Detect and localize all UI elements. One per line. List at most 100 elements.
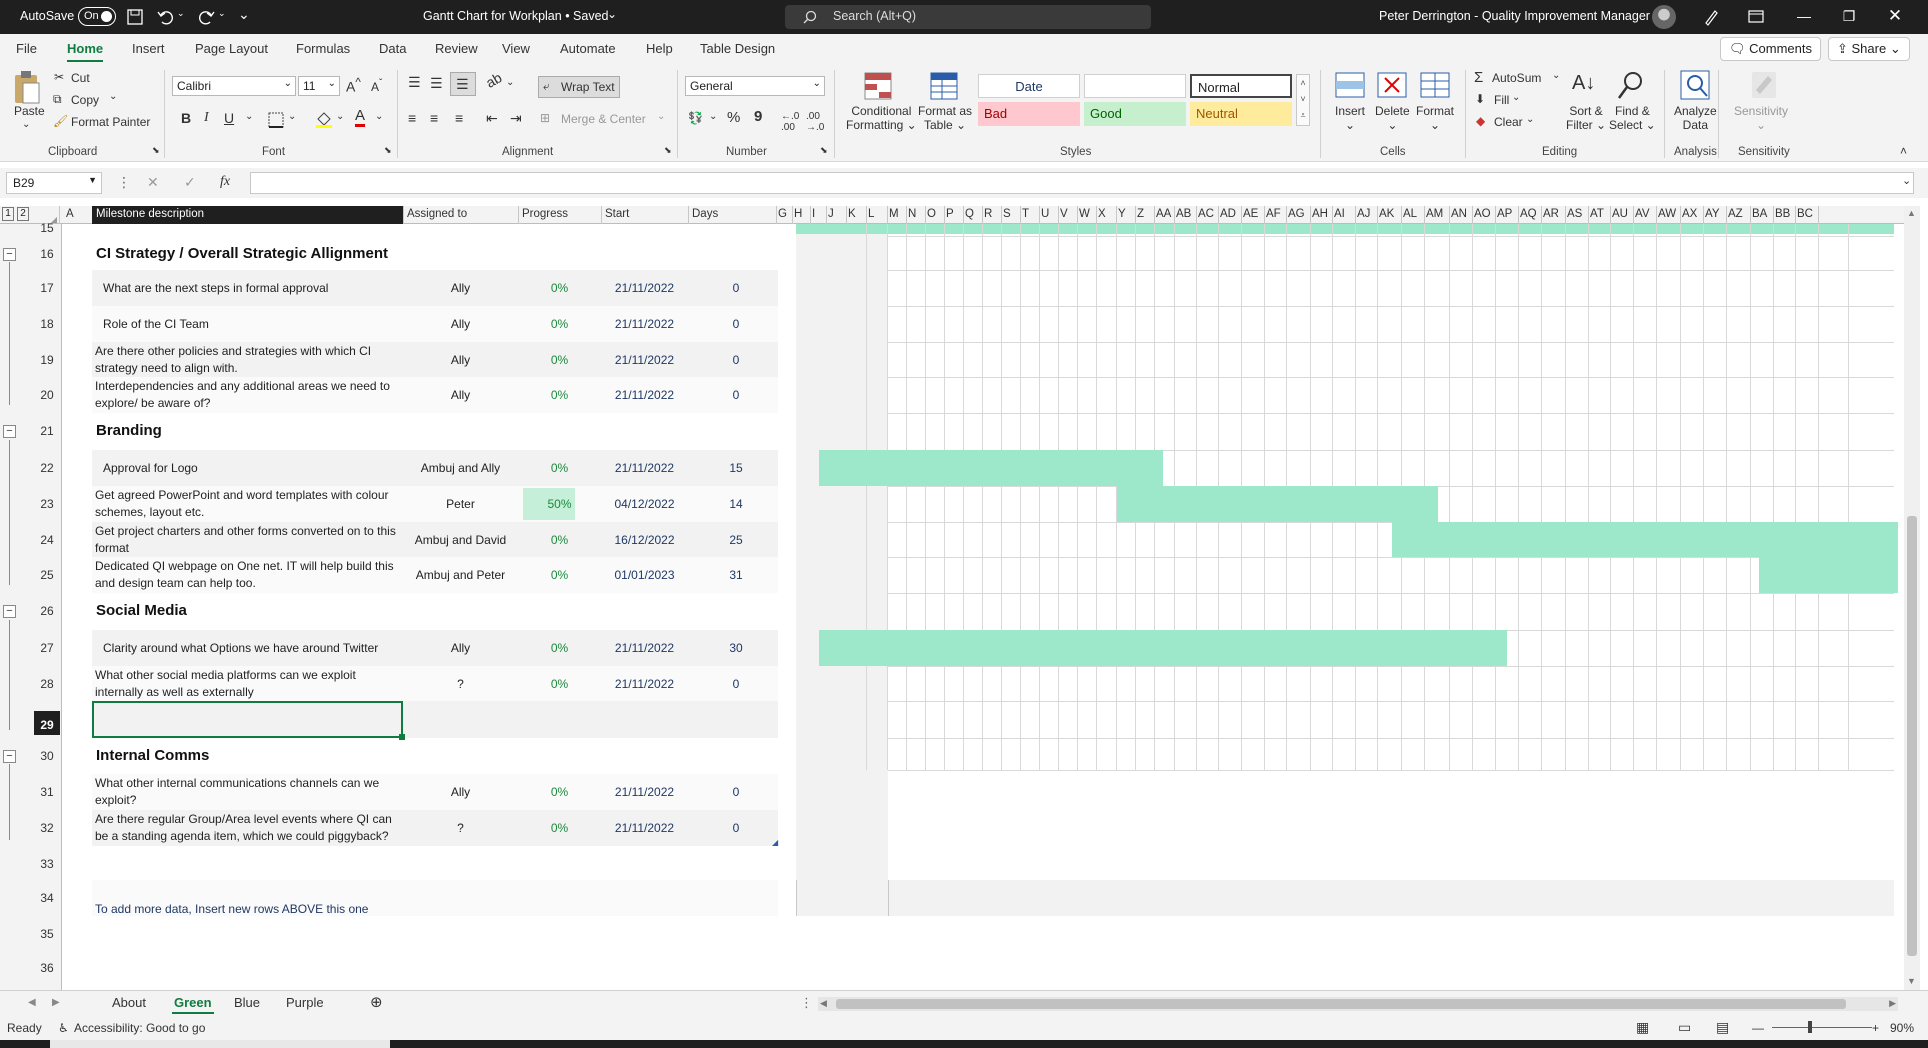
assigned-to-cell[interactable]: ?: [403, 821, 518, 835]
sensitivity-icon[interactable]: [1750, 70, 1778, 100]
autosum-icon[interactable]: Σ: [1474, 69, 1483, 86]
borders-icon[interactable]: [268, 112, 284, 128]
wrap-text-button[interactable]: ⤶ Wrap Text: [538, 76, 620, 98]
column-header[interactable]: S: [1001, 206, 1020, 224]
progress-cell[interactable]: 0%: [518, 641, 601, 655]
milestone-description[interactable]: Are there other policies and strategies …: [95, 343, 407, 377]
menu-help[interactable]: Help: [646, 41, 673, 56]
style-bad[interactable]: Bad: [978, 102, 1080, 126]
column-header[interactable]: X: [1096, 206, 1116, 224]
formula-input[interactable]: [250, 172, 1914, 194]
days-cell[interactable]: 15: [696, 461, 776, 475]
column-header[interactable]: Y: [1116, 206, 1135, 224]
share-button[interactable]: ⇪ Share ⌄: [1828, 37, 1910, 61]
clipboard-launcher-icon[interactable]: ⬊: [152, 145, 160, 156]
start-date-cell[interactable]: 01/01/2023: [601, 568, 688, 582]
document-title[interactable]: Gantt Chart for Workplan • Saved: [423, 9, 608, 23]
row-number[interactable]: 21: [34, 423, 60, 439]
styles-scroll[interactable]: ˄ ˅ ⩡: [1296, 74, 1310, 126]
outline-collapse-icon[interactable]: −: [3, 750, 16, 763]
zoom-in-icon[interactable]: +: [1872, 1021, 1879, 1035]
progress-cell[interactable]: 0%: [518, 821, 601, 835]
progress-cell[interactable]: 0%: [518, 461, 601, 475]
ribbon-display-icon[interactable]: [1748, 10, 1764, 23]
horizontal-scrollbar[interactable]: ◀ ▶: [818, 997, 1898, 1011]
milestone-description[interactable]: What other social media platforms can we…: [95, 667, 407, 701]
clear-icon[interactable]: ◆: [1476, 114, 1485, 128]
column-header[interactable]: G: [776, 206, 792, 224]
menu-table-design[interactable]: Table Design: [700, 41, 775, 56]
worksheet-grid[interactable]: CI Strategy / Overall Strategic Allignme…: [62, 224, 1904, 990]
percent-style-icon[interactable]: %: [727, 109, 740, 126]
column-header[interactable]: V: [1058, 206, 1077, 224]
outline-level-1-button[interactable]: 1: [2, 207, 14, 221]
zoom-out-icon[interactable]: —: [1752, 1021, 1764, 1035]
paste-dropdown-icon[interactable]: ⌄: [22, 118, 30, 132]
milestone-description[interactable]: Dedicated QI webpage on One net. IT will…: [95, 558, 407, 592]
conditional-formatting-icon[interactable]: [864, 72, 892, 100]
menu-review[interactable]: Review: [435, 41, 478, 56]
column-header[interactable]: U: [1039, 206, 1058, 224]
row-number[interactable]: 31: [34, 784, 60, 800]
column-header[interactable]: AJ: [1355, 206, 1377, 224]
column-header[interactable]: Progress: [518, 206, 601, 224]
row-number[interactable]: 32: [34, 820, 60, 836]
align-middle-icon[interactable]: ☰: [430, 75, 443, 92]
column-header[interactable]: O: [925, 206, 944, 224]
assigned-to-cell[interactable]: Ally: [403, 353, 518, 367]
sensitivity-button[interactable]: Sensitivity ⌄: [1734, 104, 1788, 132]
sheet-tab-about[interactable]: About: [112, 995, 146, 1010]
accessibility-icon[interactable]: ♿: [58, 1021, 69, 1035]
next-sheet-icon[interactable]: ▶: [52, 997, 60, 1008]
row-number[interactable]: 30: [34, 748, 60, 764]
align-left-icon[interactable]: ≡: [408, 110, 416, 126]
minimize-icon[interactable]: —: [1793, 5, 1815, 27]
start-date-cell[interactable]: 21/11/2022: [601, 677, 688, 691]
column-header[interactable]: AG: [1286, 206, 1310, 224]
page-break-view-icon[interactable]: ▤: [1716, 1019, 1729, 1036]
orientation-dropdown-icon[interactable]: ⌄: [506, 77, 514, 88]
progress-cell[interactable]: 0%: [518, 388, 601, 402]
column-header[interactable]: AL: [1401, 206, 1424, 224]
start-date-cell[interactable]: 21/11/2022: [601, 785, 688, 799]
prev-sheet-icon[interactable]: ◀: [28, 997, 36, 1008]
align-right-icon[interactable]: ≡: [455, 110, 463, 126]
assigned-to-cell[interactable]: Ambuj and David: [403, 533, 518, 547]
autosum-button[interactable]: AutoSum: [1492, 71, 1541, 85]
scroll-down-icon[interactable]: ▼: [1907, 976, 1916, 986]
style-blank[interactable]: [1084, 74, 1186, 98]
close-icon[interactable]: ✕: [1884, 5, 1906, 27]
assigned-to-cell[interactable]: ?: [403, 677, 518, 691]
column-header[interactable]: AA: [1154, 206, 1174, 224]
user-name[interactable]: Peter Derrington - Quality Improvement M…: [1379, 9, 1650, 23]
delete-cells-icon[interactable]: [1377, 72, 1407, 98]
column-header[interactable]: M: [887, 206, 906, 224]
row-number[interactable]: 27: [34, 640, 60, 656]
start-date-cell[interactable]: 21/11/2022: [601, 353, 688, 367]
start-date-cell[interactable]: 21/11/2022: [601, 641, 688, 655]
start-date-cell[interactable]: 21/11/2022: [601, 281, 688, 295]
row-number[interactable]: 23: [34, 496, 60, 512]
days-cell[interactable]: 0: [696, 353, 776, 367]
column-header[interactable]: AO: [1472, 206, 1495, 224]
maximize-icon[interactable]: ❐: [1838, 5, 1860, 27]
align-center-icon[interactable]: ≡: [430, 110, 438, 126]
column-header[interactable]: AS: [1565, 206, 1588, 224]
row-number[interactable]: 28: [34, 676, 60, 692]
milestone-description[interactable]: What are the next steps in formal approv…: [103, 281, 423, 295]
scroll-up-icon[interactable]: ▲: [1907, 208, 1916, 218]
italic-icon[interactable]: I: [204, 110, 209, 126]
menu-view[interactable]: View: [502, 41, 530, 56]
formula-options-icon[interactable]: ⋮: [117, 174, 131, 191]
row-number[interactable]: 33: [34, 856, 60, 872]
scroll-left-icon[interactable]: ◀: [820, 998, 827, 1009]
style-good[interactable]: Good: [1084, 102, 1186, 126]
decrease-font-icon[interactable]: Aˇ: [371, 78, 382, 94]
zoom-slider-thumb[interactable]: [1808, 1021, 1812, 1033]
insert-function-icon[interactable]: fx: [220, 174, 230, 190]
days-cell[interactable]: 0: [696, 677, 776, 691]
milestone-description[interactable]: Are there regular Group/Area level event…: [95, 811, 407, 845]
vertical-scrollbar[interactable]: ▲ ▼: [1904, 206, 1920, 990]
row-number[interactable]: 26: [34, 603, 60, 619]
gantt-bar[interactable]: [819, 450, 1163, 486]
